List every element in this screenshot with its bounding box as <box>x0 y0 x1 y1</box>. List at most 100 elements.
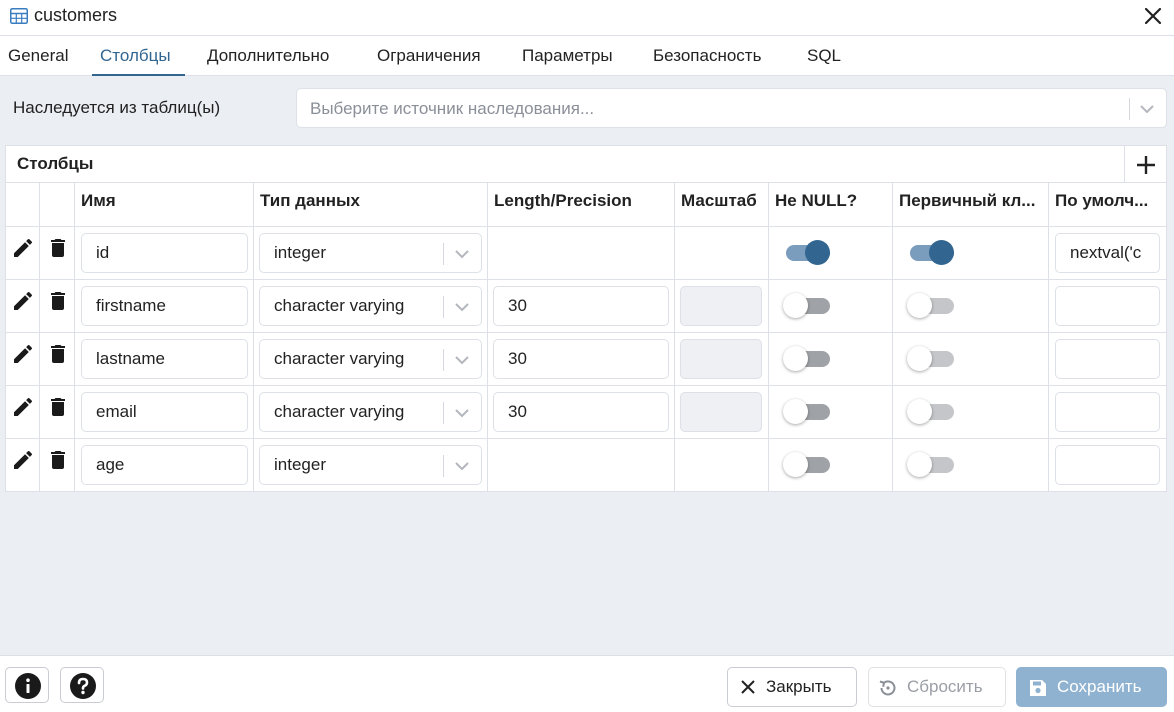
column-name-input[interactable]: firstname <box>81 286 248 326</box>
column-name-input[interactable]: email <box>81 392 248 432</box>
chevron-down-icon[interactable] <box>452 245 472 263</box>
edit-row-button[interactable] <box>11 236 35 260</box>
edit-row-button[interactable] <box>11 342 35 366</box>
scale-cell <box>675 386 769 438</box>
select-separator <box>443 243 444 265</box>
edit-row-button[interactable] <box>11 448 35 472</box>
columns-grid: Столбцы Имя Тип данных Length/Precision … <box>5 145 1167 492</box>
default-value-input[interactable] <box>1055 445 1160 485</box>
notnull-cell <box>769 386 893 438</box>
delete-row-button[interactable] <box>46 342 70 366</box>
column-name-input[interactable]: lastname <box>81 339 248 379</box>
column-name-input[interactable]: id <box>81 233 248 273</box>
delete-row-button[interactable] <box>46 289 70 313</box>
data-type-select[interactable]: character varying <box>259 286 482 326</box>
select-separator <box>1129 98 1130 120</box>
notnull-cell <box>769 280 893 332</box>
not-null-toggle[interactable] <box>783 290 833 320</box>
info-button[interactable] <box>5 667 49 703</box>
delete-row-button[interactable] <box>46 236 70 260</box>
dialog-footer: Закрыть Сбросить Сохранить <box>0 655 1174 712</box>
tab-sql[interactable]: SQL <box>807 36 841 76</box>
delete-row-button[interactable] <box>46 395 70 419</box>
tab-constraints[interactable]: Ограничения <box>377 36 481 76</box>
primary-key-cell <box>893 280 1049 332</box>
default-value-input[interactable] <box>1055 339 1160 379</box>
name-cell: lastname <box>75 333 254 385</box>
edit-row-button[interactable] <box>11 395 35 419</box>
column-header-primary-key: Первичный кл... <box>893 183 1049 227</box>
default-value-input[interactable] <box>1055 286 1160 326</box>
inherit-placeholder: Выберите источник наследования... <box>310 99 595 118</box>
toggle-knob <box>783 346 808 371</box>
primary-key-toggle[interactable] <box>907 396 957 426</box>
close-button[interactable]: Закрыть <box>727 667 857 707</box>
primary-key-toggle[interactable] <box>907 237 957 267</box>
type-cell: character varying <box>254 386 488 438</box>
length-input[interactable]: 30 <box>493 286 669 326</box>
edit-row-button[interactable] <box>11 289 35 313</box>
tab-general[interactable]: General <box>8 36 68 76</box>
chevron-down-icon[interactable] <box>452 351 472 369</box>
not-null-toggle[interactable] <box>783 343 833 373</box>
type-cell: character varying <box>254 333 488 385</box>
table-row: age integer <box>6 439 1166 492</box>
data-type-select[interactable]: integer <box>259 233 482 273</box>
type-cell: character varying <box>254 280 488 332</box>
not-null-toggle[interactable] <box>783 396 833 426</box>
delete-row-button[interactable] <box>46 448 70 472</box>
delete-cell <box>40 386 75 438</box>
reset-button[interactable]: Сбросить <box>868 667 1006 707</box>
dialog-titlebar: customers <box>0 0 1174 36</box>
close-icon[interactable] <box>1141 4 1165 28</box>
data-type-select[interactable]: character varying <box>259 392 482 432</box>
default-value-input[interactable] <box>1055 392 1160 432</box>
notnull-cell <box>769 439 893 491</box>
data-type-select[interactable]: integer <box>259 445 482 485</box>
edit-icon <box>14 238 33 257</box>
chevron-down-icon[interactable] <box>1137 100 1157 118</box>
default-cell <box>1049 439 1166 491</box>
length-input[interactable]: 30 <box>493 339 669 379</box>
column-name-input[interactable]: age <box>81 445 248 485</box>
not-null-toggle[interactable] <box>783 449 833 479</box>
help-button[interactable] <box>60 667 104 703</box>
chevron-down-icon[interactable] <box>452 298 472 316</box>
select-separator <box>443 296 444 318</box>
edit-cell <box>6 333 40 385</box>
tab-security[interactable]: Безопасность <box>653 36 761 76</box>
name-cell: id <box>75 227 254 279</box>
tab-parameters[interactable]: Параметры <box>522 36 613 76</box>
plus-icon <box>1137 156 1155 174</box>
primary-key-toggle[interactable] <box>907 290 957 320</box>
primary-key-toggle[interactable] <box>907 343 957 373</box>
close-button-label: Закрыть <box>766 677 832 696</box>
default-cell: nextval('c <box>1049 227 1166 279</box>
help-icon <box>70 673 96 699</box>
inherit-select[interactable]: Выберите источник наследования... <box>296 88 1167 128</box>
columns-grid-title: Столбцы <box>17 154 94 173</box>
chevron-down-icon[interactable] <box>452 404 472 422</box>
edit-icon <box>14 397 33 416</box>
default-value-input[interactable]: nextval('c <box>1055 233 1160 273</box>
select-separator <box>443 455 444 477</box>
table-row: firstname character varying 30 <box>6 280 1166 333</box>
toggle-knob <box>783 293 808 318</box>
save-button[interactable]: Сохранить <box>1016 667 1167 707</box>
data-type-select[interactable]: character varying <box>259 339 482 379</box>
edit-icon <box>14 344 33 363</box>
length-input[interactable]: 30 <box>493 392 669 432</box>
columns-grid-header: Столбцы <box>6 146 1166 183</box>
default-cell <box>1049 386 1166 438</box>
add-column-button[interactable] <box>1124 146 1166 183</box>
not-null-toggle[interactable] <box>783 237 833 267</box>
tab-columns[interactable]: Столбцы <box>92 36 185 76</box>
save-icon <box>1030 680 1046 696</box>
table-row: id integer nextval('c <box>6 227 1166 280</box>
tab-advanced[interactable]: Дополнительно <box>207 36 329 76</box>
primary-key-toggle[interactable] <box>907 449 957 479</box>
chevron-down-icon[interactable] <box>452 457 472 475</box>
primary-key-cell <box>893 227 1049 279</box>
reset-icon <box>879 680 896 696</box>
trash-icon <box>51 239 65 257</box>
